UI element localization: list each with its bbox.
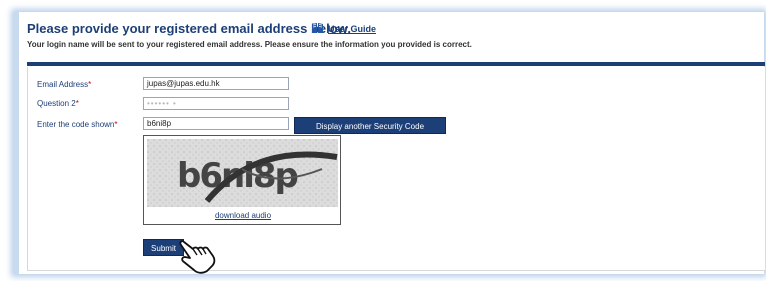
page-title: Please provide your registered email add… <box>27 21 351 36</box>
captcha-panel: b6ni8p download audio <box>143 135 341 225</box>
captcha-image: b6ni8p <box>147 139 338 207</box>
email-field[interactable]: jupas@jupas.edu.hk <box>143 77 289 90</box>
header-divider <box>27 62 765 66</box>
display-another-code-button[interactable]: Display another Security Code <box>294 117 446 134</box>
book-icon[interactable] <box>311 22 324 34</box>
question-label: Question 2* <box>37 99 79 108</box>
hand-pointer-icon <box>179 240 216 274</box>
email-label: Email Address* <box>37 80 91 89</box>
user-guide-link[interactable]: User Guide <box>328 24 376 34</box>
code-label: Enter the code shown* <box>37 120 118 129</box>
required-mark: * <box>75 99 79 108</box>
code-field[interactable]: b6ni8p <box>143 117 289 130</box>
question-field[interactable]: •••••• • <box>143 97 289 110</box>
code-label-text: Enter the code shown <box>37 120 115 129</box>
question-label-text: Question 2 <box>37 99 76 108</box>
frame-edge <box>14 12 19 274</box>
download-audio-link[interactable]: download audio <box>144 211 342 220</box>
required-mark: * <box>114 120 118 129</box>
form-panel <box>27 67 765 271</box>
email-label-text: Email Address <box>37 80 89 89</box>
page-subtitle: Your login name will be sent to your reg… <box>27 40 472 49</box>
required-mark: * <box>88 80 92 89</box>
